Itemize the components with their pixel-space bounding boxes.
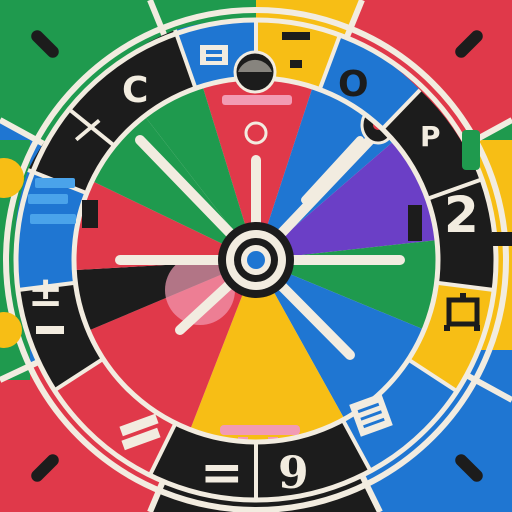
label-bottom-equals: =: [200, 443, 244, 503]
label-top-o: O: [338, 64, 369, 105]
top-knob: [233, 50, 277, 94]
label-bottom-9: 9: [278, 448, 309, 499]
wheel-artwork: ― C O P 2 ± = 9: [0, 0, 512, 512]
label-top-c: C: [122, 70, 148, 111]
label-top-p: P: [420, 120, 441, 153]
label-left-plus-minus: ±: [28, 267, 63, 316]
hub-target-icon: [218, 222, 294, 298]
label-right-2: 2: [444, 186, 479, 244]
